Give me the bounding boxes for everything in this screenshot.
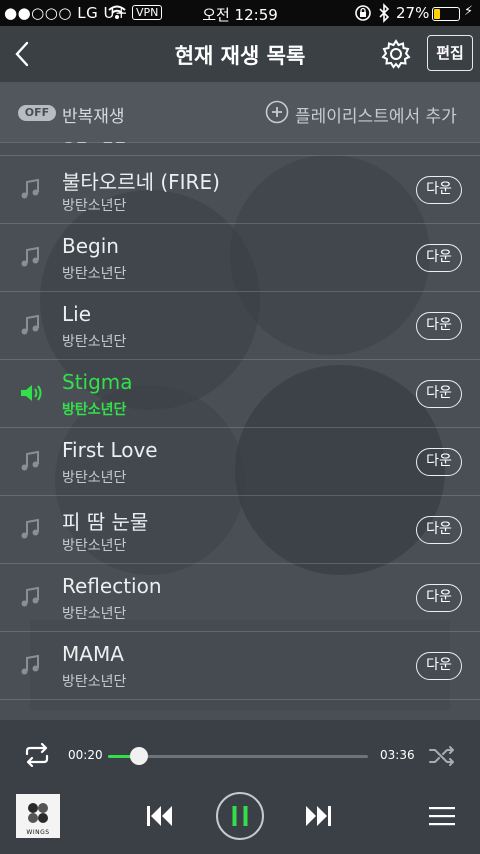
add-circle-icon[interactable]: [265, 100, 289, 124]
download-button[interactable]: 다운: [416, 652, 462, 680]
track-artist: 방탄소년단: [62, 606, 127, 622]
repeat-toggle[interactable]: OFF: [18, 105, 56, 121]
player-bar: 00:20 03:36 WINGS: [0, 720, 480, 854]
track-title: 피 땀 눈물: [62, 510, 149, 534]
progress-thumb[interactable]: [130, 747, 149, 765]
track-artist: 방탄소년단: [62, 538, 127, 554]
music-note-icon: [18, 448, 44, 474]
track-row[interactable]: Lie 방탄소년단 다운: [0, 292, 480, 360]
track-row[interactable]: MAMA 방탄소년단 다운: [0, 632, 480, 700]
track-artist: 방탄소년단: [62, 402, 127, 418]
track-artist: 방탄소년단: [62, 266, 127, 282]
track-artist: 방탄소년단: [62, 674, 127, 690]
album-cover-thumbnail[interactable]: WINGS: [16, 794, 60, 838]
album-label: WINGS: [26, 829, 50, 836]
download-button[interactable]: 다운: [416, 312, 462, 340]
track-row[interactable]: 피 땀 눈물방탄소년단 다운: [0, 496, 480, 564]
music-note-icon: [18, 516, 44, 542]
playlist-toolbar: OFF 반복재생 플레이리스트에서 추가: [0, 82, 480, 143]
track-title: MAMA: [62, 642, 124, 666]
status-bar: ●●○○○ LG U+ VPN 오전 12:59 27% ⚡: [0, 0, 480, 26]
music-note-icon: [18, 312, 44, 338]
music-note-icon: [18, 652, 44, 678]
menu-icon[interactable]: [428, 804, 456, 828]
music-note-icon: [18, 244, 44, 270]
track-title: Stigma: [62, 370, 133, 394]
battery-icon: [432, 7, 460, 21]
repeat-icon[interactable]: [22, 743, 52, 767]
progress-slider[interactable]: [108, 747, 368, 765]
track-title: Begin: [62, 234, 119, 258]
track-row[interactable]: Begin 방탄소년단 다운: [0, 224, 480, 292]
current-time: 00:20: [68, 748, 103, 762]
download-button[interactable]: 다운: [416, 244, 462, 272]
repeat-label[interactable]: 반복재생: [62, 102, 125, 127]
track-artist: 방탄소년단: [62, 198, 127, 214]
header-bar: 현재 재생 목록 편집: [0, 26, 480, 82]
track-list: 피 땀 눈물방탄소년단다운불타오르네 (FIRE)방탄소년단다운Begin방탄소…: [0, 142, 480, 720]
rotation-lock-icon: [354, 4, 372, 26]
track-row[interactable]: 불타오르네 (FIRE) 방탄소년단 다운: [0, 156, 480, 224]
pause-button[interactable]: [216, 792, 264, 840]
back-icon[interactable]: [10, 38, 36, 70]
edit-button[interactable]: 편집: [427, 35, 473, 71]
add-from-playlist-button[interactable]: 플레이리스트에서 추가: [295, 102, 457, 127]
next-track-icon[interactable]: [302, 802, 334, 830]
vpn-badge: VPN: [132, 5, 163, 20]
track-title: Reflection: [62, 574, 162, 598]
music-note-icon: [18, 176, 44, 202]
duration-time: 03:36: [380, 748, 415, 762]
track-title: 불타오르네 (FIRE): [62, 170, 220, 194]
music-note-icon: [18, 584, 44, 610]
track-title: Lie: [62, 302, 92, 326]
battery-percent: 27%: [396, 4, 430, 22]
track-artist: 방탄소년단: [62, 334, 127, 350]
track-row[interactable]: First Love 방탄소년단 다운: [0, 428, 480, 496]
download-button[interactable]: 다운: [416, 516, 462, 544]
track-title: First Love: [62, 438, 158, 462]
download-button[interactable]: 다운: [416, 176, 462, 204]
settings-gear-icon[interactable]: [380, 38, 412, 70]
shuffle-icon[interactable]: [428, 744, 456, 768]
download-button[interactable]: 다운: [416, 584, 462, 612]
pause-icon: [232, 806, 248, 826]
previous-track-icon[interactable]: [144, 802, 176, 830]
download-button[interactable]: 다운: [416, 380, 462, 408]
speaker-icon: [18, 380, 44, 406]
bluetooth-icon: [378, 3, 390, 27]
track-row[interactable]: Reflection 방탄소년단 다운: [0, 564, 480, 632]
download-button[interactable]: 다운: [416, 448, 462, 476]
track-artist: 방탄소년단: [62, 142, 126, 147]
wifi-icon: [108, 4, 126, 24]
track-row[interactable]: Stigma 방탄소년단 다운: [0, 360, 480, 428]
charging-icon: ⚡: [464, 4, 474, 19]
track-row[interactable]: 피 땀 눈물방탄소년단다운: [0, 142, 480, 156]
track-artist: 방탄소년단: [62, 470, 127, 486]
